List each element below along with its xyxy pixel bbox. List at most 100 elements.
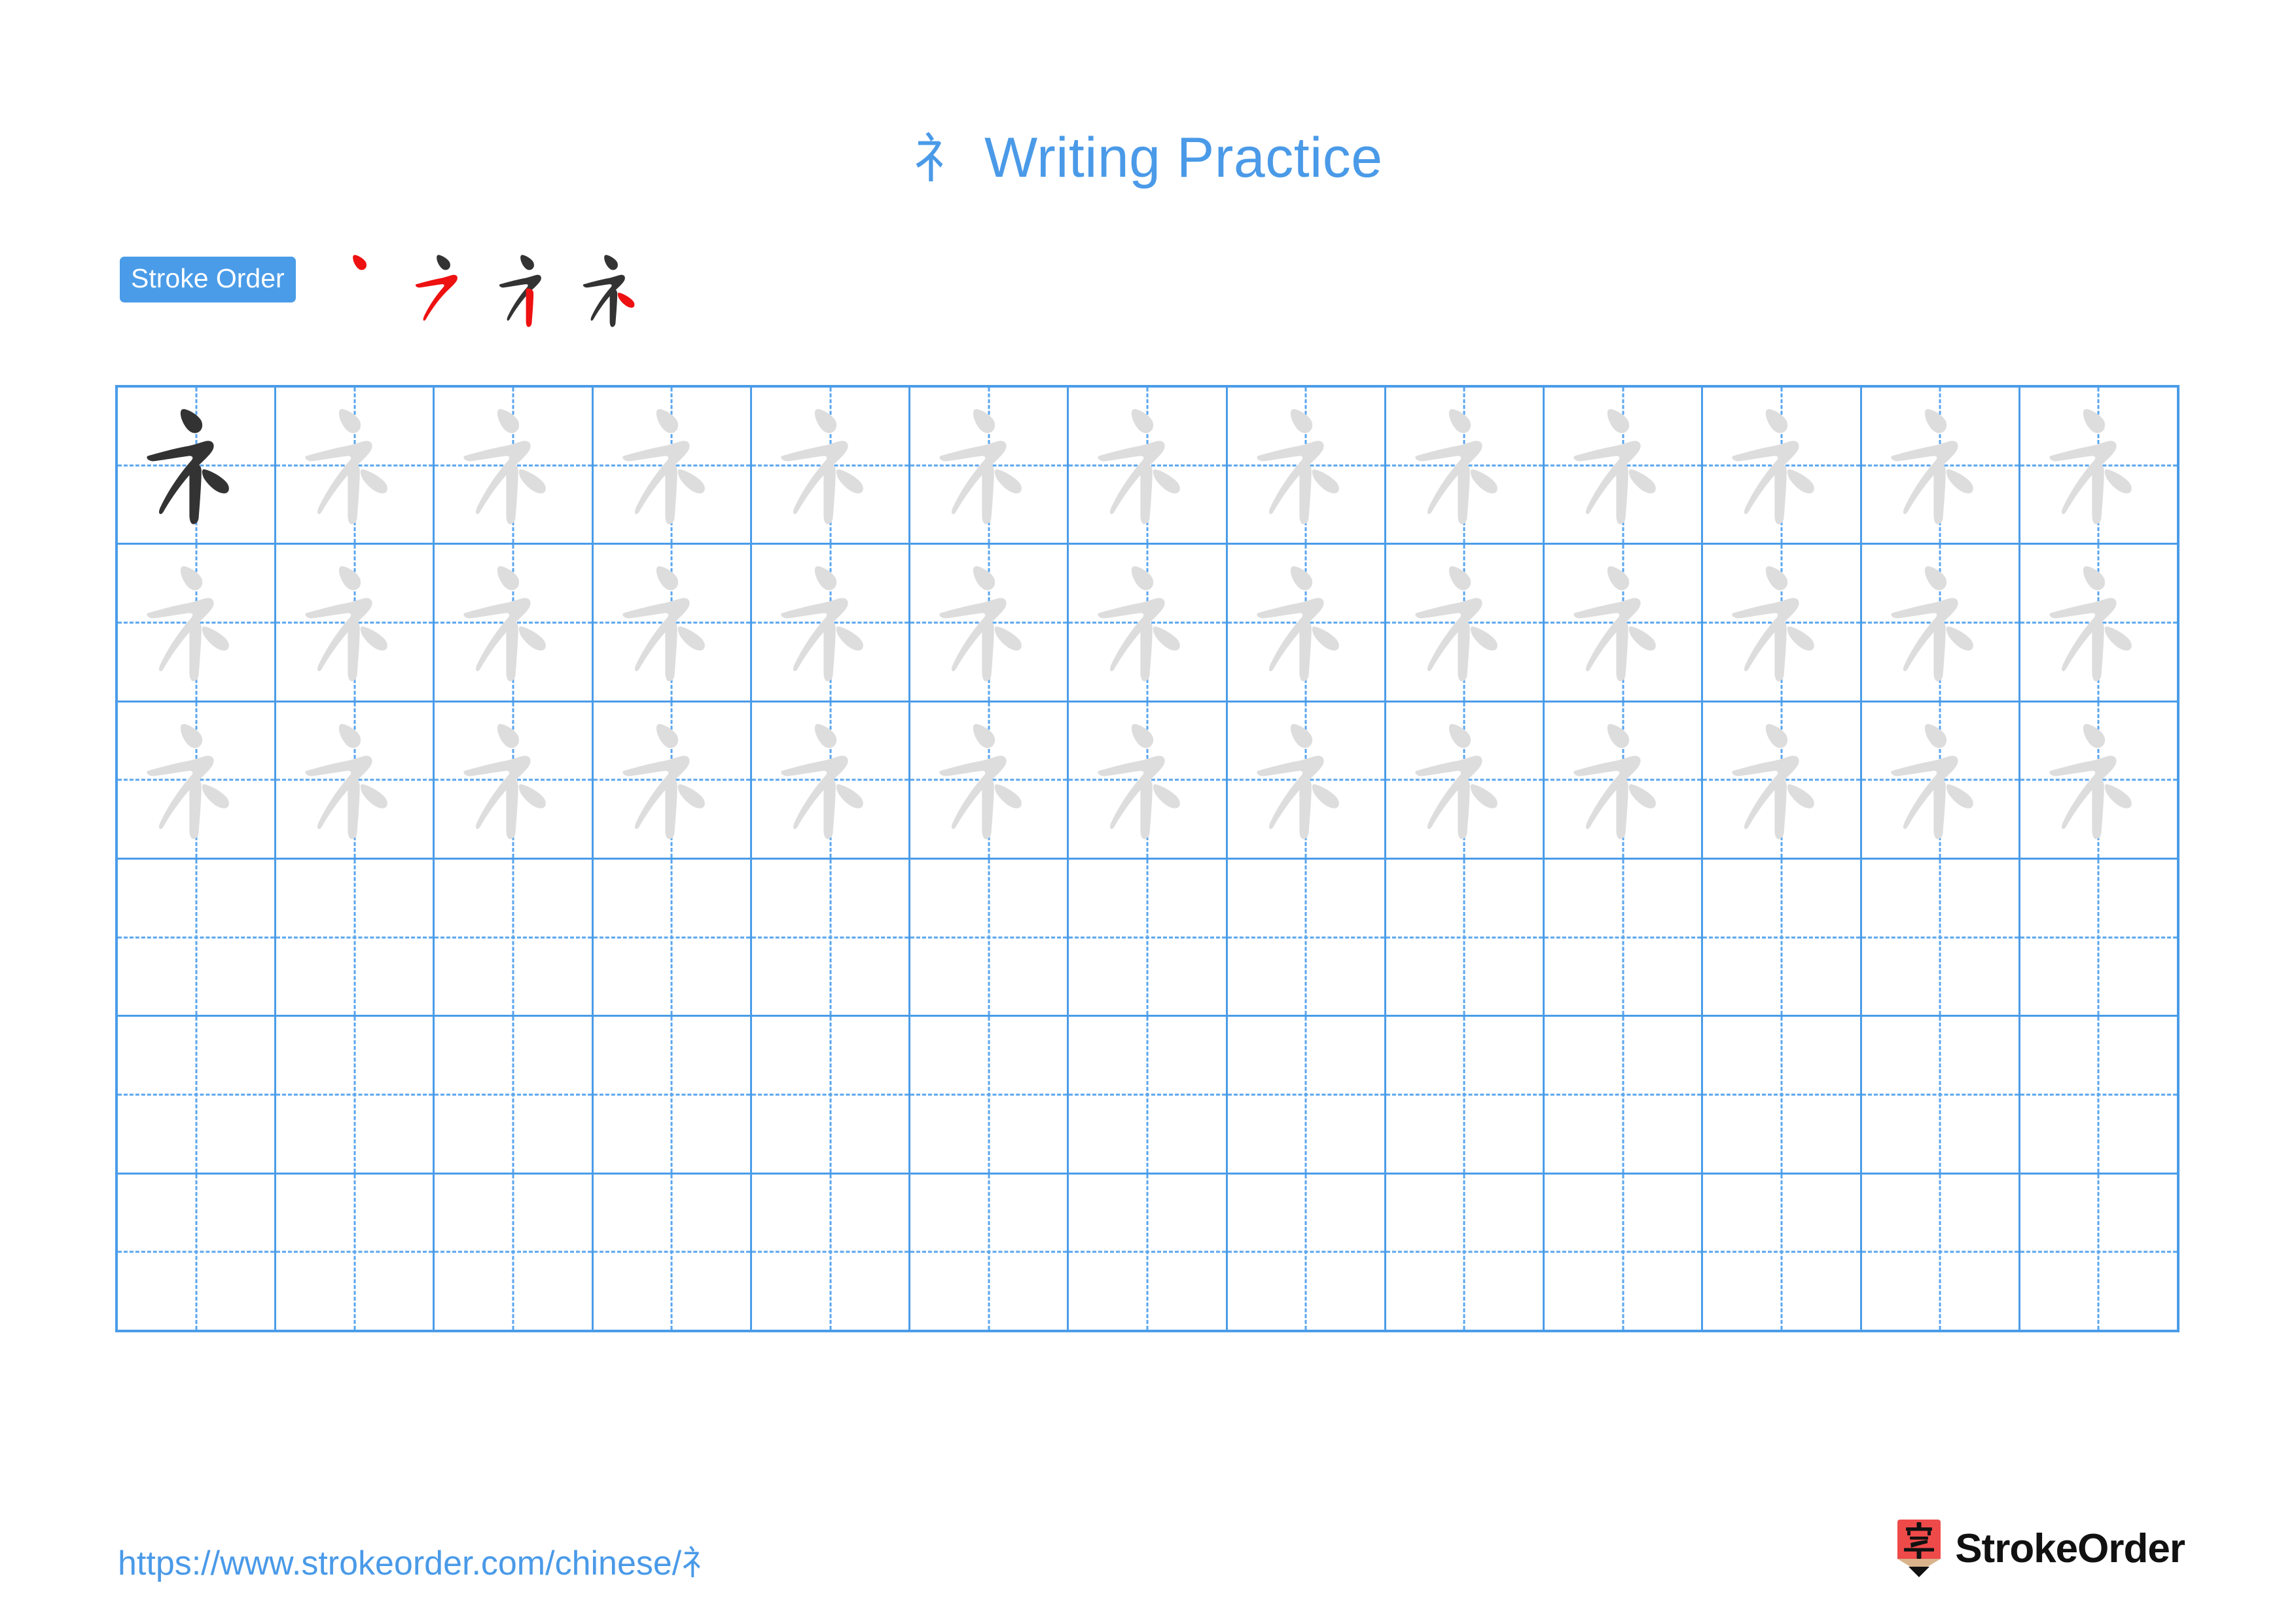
practice-cell-model[interactable] bbox=[118, 388, 277, 543]
practice-cell-trace[interactable] bbox=[435, 388, 594, 543]
practice-cell-trace[interactable] bbox=[1545, 545, 1704, 701]
practice-cell-empty[interactable] bbox=[751, 859, 911, 1015]
practice-cell-trace[interactable] bbox=[276, 545, 435, 701]
practice-cell-empty[interactable] bbox=[1386, 1174, 1545, 1330]
cell-horizontal-guide bbox=[118, 1250, 275, 1253]
practice-cell-empty[interactable] bbox=[2020, 859, 2178, 1015]
practice-cell-empty[interactable] bbox=[751, 1174, 911, 1330]
practice-cell-trace[interactable] bbox=[1703, 702, 1862, 858]
practice-cell-trace[interactable] bbox=[910, 702, 1069, 858]
practice-cell-empty[interactable] bbox=[593, 1174, 752, 1330]
practice-cell-trace[interactable] bbox=[1703, 545, 1862, 701]
practice-cell-trace[interactable] bbox=[1069, 702, 1228, 858]
stroke-3-vertical bbox=[1933, 619, 1946, 682]
practice-cell-empty[interactable] bbox=[2020, 1017, 2178, 1173]
practice-cell-trace[interactable] bbox=[1386, 388, 1545, 543]
cell-vertical-guide bbox=[1939, 1017, 1941, 1173]
practice-cell-empty[interactable] bbox=[118, 859, 277, 1015]
practice-cell-trace[interactable] bbox=[1227, 388, 1386, 543]
practice-cell-empty[interactable] bbox=[910, 1017, 1069, 1173]
cell-vertical-guide bbox=[988, 1017, 990, 1173]
practice-cell-empty[interactable] bbox=[751, 1017, 911, 1173]
practice-cell-empty[interactable] bbox=[910, 859, 1069, 1015]
practice-cell-empty[interactable] bbox=[1227, 859, 1386, 1015]
practice-cell-empty[interactable] bbox=[435, 1174, 594, 1330]
practice-cell-trace[interactable] bbox=[2020, 702, 2178, 858]
practice-cell-empty[interactable] bbox=[1069, 859, 1228, 1015]
practice-cell-trace[interactable] bbox=[1861, 388, 2020, 543]
practice-cell-empty[interactable] bbox=[276, 859, 435, 1015]
practice-cell-trace[interactable] bbox=[2020, 545, 2178, 701]
practice-cell-trace[interactable] bbox=[1227, 545, 1386, 701]
cell-vertical-guide bbox=[829, 1174, 832, 1330]
practice-cell-trace[interactable] bbox=[751, 545, 911, 701]
practice-cell-trace[interactable] bbox=[435, 702, 594, 858]
practice-cell-empty[interactable] bbox=[593, 859, 752, 1015]
practice-cell-empty[interactable] bbox=[1069, 1017, 1228, 1173]
cell-horizontal-guide bbox=[910, 1093, 1067, 1096]
practice-cell-trace[interactable] bbox=[1069, 545, 1228, 701]
practice-cell-empty[interactable] bbox=[1227, 1017, 1386, 1173]
practice-cell-trace[interactable] bbox=[910, 388, 1069, 543]
practice-cell-empty[interactable] bbox=[910, 1174, 1069, 1330]
stroke-1-dot bbox=[497, 409, 520, 433]
stroke-4-short-right-dot bbox=[836, 627, 863, 651]
practice-cell-trace[interactable] bbox=[751, 702, 911, 858]
cell-horizontal-guide bbox=[276, 1250, 433, 1253]
practice-cell-empty[interactable] bbox=[1545, 1017, 1704, 1173]
practice-cell-empty[interactable] bbox=[2020, 1174, 2178, 1330]
practice-cell-trace[interactable] bbox=[1545, 388, 1704, 543]
practice-cell-trace[interactable] bbox=[118, 545, 277, 701]
footer-url[interactable]: https://www.strokeorder.com/chinese/礻 bbox=[118, 1535, 715, 1584]
practice-cell-empty[interactable] bbox=[1861, 1017, 2020, 1173]
practice-cell-empty[interactable] bbox=[1069, 1174, 1228, 1330]
practice-cell-trace[interactable] bbox=[276, 388, 435, 543]
practice-character-glyph bbox=[1069, 545, 1225, 700]
practice-cell-trace[interactable] bbox=[593, 545, 752, 701]
practice-cell-trace[interactable] bbox=[1545, 702, 1704, 858]
practice-cell-trace[interactable] bbox=[593, 388, 752, 543]
practice-cell-empty[interactable] bbox=[1703, 1017, 1862, 1173]
stroke-3-vertical bbox=[1458, 462, 1470, 524]
cell-vertical-guide bbox=[670, 1174, 673, 1330]
practice-cell-trace[interactable] bbox=[751, 388, 911, 543]
practice-cell-trace[interactable] bbox=[1861, 702, 2020, 858]
stroke-3-vertical bbox=[1774, 462, 1787, 524]
practice-cell-empty[interactable] bbox=[1545, 1174, 1704, 1330]
practice-cell-trace[interactable] bbox=[1386, 545, 1545, 701]
practice-cell-trace[interactable] bbox=[118, 702, 277, 858]
practice-cell-trace[interactable] bbox=[1227, 702, 1386, 858]
practice-cell-empty[interactable] bbox=[118, 1017, 277, 1173]
practice-cell-trace[interactable] bbox=[1069, 388, 1228, 543]
cell-vertical-guide bbox=[1939, 859, 1941, 1015]
practice-cell-trace[interactable] bbox=[593, 702, 752, 858]
practice-cell-trace[interactable] bbox=[2020, 388, 2178, 543]
practice-cell-empty[interactable] bbox=[276, 1174, 435, 1330]
cell-horizontal-guide bbox=[1069, 1250, 1226, 1253]
practice-cell-trace[interactable] bbox=[276, 702, 435, 858]
practice-cell-empty[interactable] bbox=[1861, 1174, 2020, 1330]
practice-cell-trace[interactable] bbox=[910, 545, 1069, 701]
practice-cell-empty[interactable] bbox=[435, 1017, 594, 1173]
practice-cell-empty[interactable] bbox=[1703, 1174, 1862, 1330]
practice-cell-empty[interactable] bbox=[276, 1017, 435, 1173]
practice-cell-trace[interactable] bbox=[1861, 545, 2020, 701]
practice-cell-trace[interactable] bbox=[1386, 702, 1545, 858]
practice-cell-trace[interactable] bbox=[435, 545, 594, 701]
practice-cell-empty[interactable] bbox=[1227, 1174, 1386, 1330]
stroke-4-short-right-dot bbox=[1153, 627, 1181, 651]
practice-cell-trace[interactable] bbox=[1703, 388, 1862, 543]
practice-cell-empty[interactable] bbox=[118, 1174, 277, 1330]
cell-horizontal-guide bbox=[910, 936, 1067, 939]
stroke-3-vertical bbox=[506, 462, 519, 524]
practice-cell-empty[interactable] bbox=[1861, 859, 2020, 1015]
practice-cell-empty[interactable] bbox=[593, 1017, 752, 1173]
practice-cell-empty[interactable] bbox=[1386, 859, 1545, 1015]
stroke-4-short-right-dot bbox=[1628, 784, 1656, 809]
cell-horizontal-guide bbox=[751, 936, 909, 939]
practice-cell-empty[interactable] bbox=[1703, 859, 1862, 1015]
practice-cell-empty[interactable] bbox=[1545, 859, 1704, 1015]
stroke-1-dot bbox=[1132, 409, 1154, 433]
practice-cell-empty[interactable] bbox=[1386, 1017, 1545, 1173]
practice-cell-empty[interactable] bbox=[435, 859, 594, 1015]
